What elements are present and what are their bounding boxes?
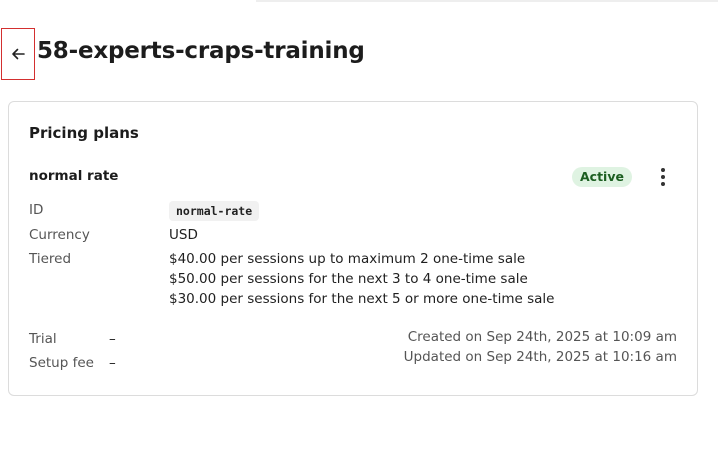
status-badge: Active [572,167,632,187]
id-label: ID [29,202,44,218]
topbar-shadow [256,0,718,2]
tiered-label: Tiered [29,251,72,267]
created-timestamp: Created on Sep 24th, 2025 at 10:09 am [407,329,677,345]
updated-timestamp: Updated on Sep 24th, 2025 at 10:16 am [403,349,677,365]
arrow-left-icon [12,48,25,60]
more-vertical-icon-dot [661,175,665,179]
tier-line-2: $50.00 per sessions for the next 3 to 4 … [169,271,528,287]
currency-value: USD [169,227,198,243]
setup-fee-label: Setup fee [29,355,94,371]
currency-label: Currency [29,227,90,243]
pricing-plans-card: Pricing plans normal rate Active ID norm… [8,101,698,396]
plan-name: normal rate [29,168,119,184]
more-vertical-icon-dot [661,182,665,186]
setup-fee-value: – [109,355,116,371]
plan-menu-button[interactable] [653,165,673,189]
trial-label: Trial [29,331,57,347]
back-button[interactable] [1,28,35,80]
tier-line-3: $30.00 per sessions for the next 5 or mo… [169,291,555,307]
trial-value: – [109,331,116,347]
tier-line-1: $40.00 per sessions up to maximum 2 one-… [169,251,526,267]
more-vertical-icon [661,168,665,172]
card-title: Pricing plans [29,124,139,142]
page-title: 58-experts-craps-training [37,38,365,64]
page-header: 58-experts-craps-training [0,27,718,80]
id-value: normal-rate [169,201,260,221]
